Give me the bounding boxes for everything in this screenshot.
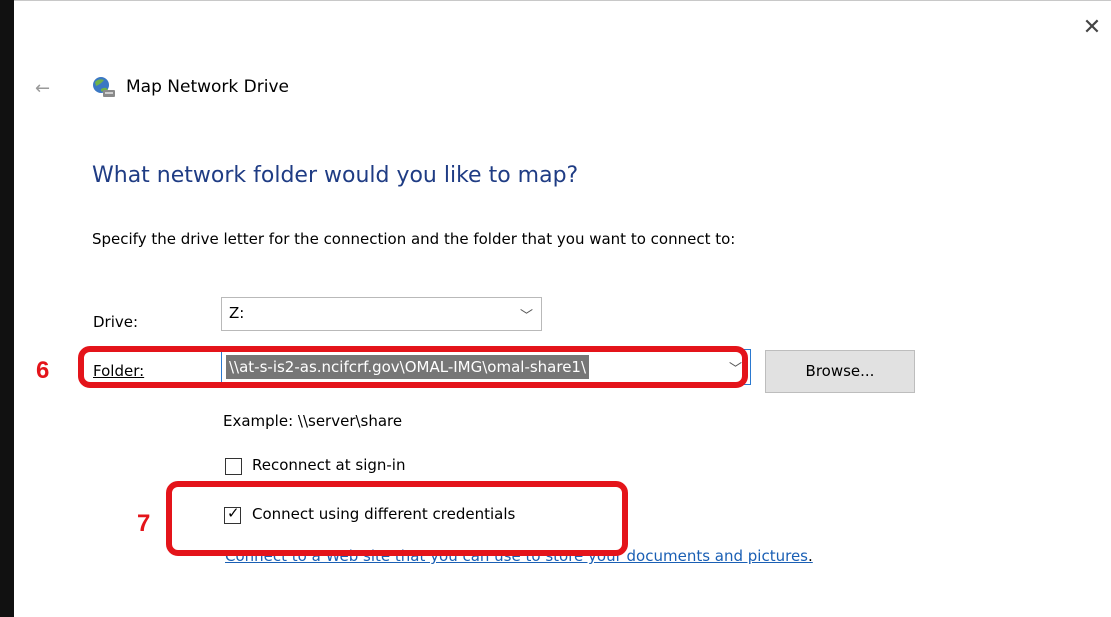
annotation-step-6: 6: [36, 357, 50, 384]
back-arrow-icon[interactable]: ←: [35, 78, 50, 99]
page-heading: What network folder would you like to ma…: [92, 163, 579, 188]
annotation-box-credentials: [166, 481, 628, 556]
annotation-step-7: 7: [137, 510, 151, 537]
network-drive-icon: [93, 77, 115, 97]
window-left-border: [0, 0, 14, 617]
drive-select[interactable]: Z: ﹀: [221, 297, 542, 331]
reconnect-checkbox[interactable]: [225, 458, 242, 475]
link-period: .: [808, 547, 813, 565]
example-text: Example: \\server\share: [223, 412, 403, 430]
window-top-border: [14, 0, 1111, 1]
close-icon[interactable]: ✕: [1080, 16, 1104, 40]
annotation-box-folder: [78, 346, 748, 388]
browse-button[interactable]: Browse...: [765, 350, 915, 393]
drive-label: Drive:: [93, 313, 139, 331]
window-title: Map Network Drive: [126, 77, 289, 97]
chevron-down-icon[interactable]: ﹀: [520, 305, 533, 324]
instruction-text: Specify the drive letter for the connect…: [92, 230, 736, 248]
reconnect-label[interactable]: Reconnect at sign-in: [252, 456, 405, 474]
drive-select-value: Z:: [229, 304, 245, 322]
